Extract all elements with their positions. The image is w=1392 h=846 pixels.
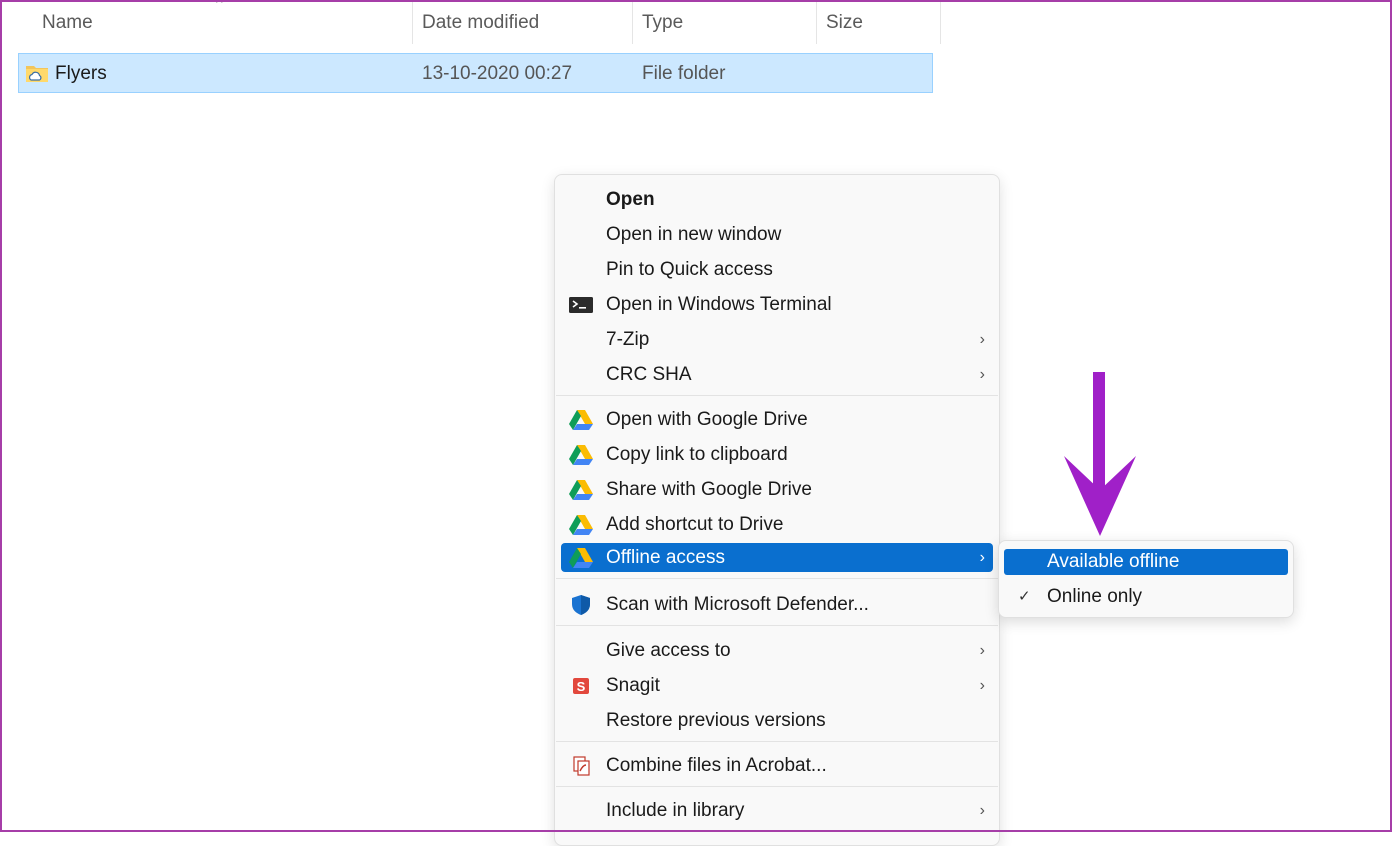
menu-item-scan-defender[interactable]: Scan with Microsoft Defender... <box>561 588 993 621</box>
menu-item-open-google-drive[interactable]: Open with Google Drive <box>561 403 993 436</box>
acrobat-combine-icon <box>569 755 593 777</box>
submenu-item-available-offline[interactable]: Available offline <box>1004 549 1288 575</box>
menu-item-copy-link[interactable]: Copy link to clipboard <box>561 438 993 471</box>
file-type: File folder <box>642 63 726 84</box>
menu-item-combine-acrobat[interactable]: Combine files in Acrobat... <box>561 749 993 782</box>
menu-item-add-shortcut[interactable]: Add shortcut to Drive <box>561 508 993 541</box>
menu-separator <box>556 625 998 626</box>
google-drive-icon <box>569 514 593 536</box>
chevron-right-icon: › <box>979 549 985 566</box>
chevron-right-icon: › <box>979 677 985 694</box>
menu-item-label: CRC SHA <box>606 364 692 385</box>
menu-item-label: Open with Google Drive <box>606 409 808 430</box>
menu-item-label: Offline access <box>606 547 725 568</box>
chevron-right-icon: › <box>979 802 985 819</box>
google-drive-icon <box>569 409 593 431</box>
menu-item-label: Open <box>606 189 655 210</box>
menu-item-share-google-drive[interactable]: Share with Google Drive <box>561 473 993 506</box>
chevron-right-icon: › <box>979 366 985 383</box>
menu-item-label: 7-Zip <box>606 329 650 350</box>
menu-item-include-library[interactable]: Include in library › <box>561 794 993 827</box>
column-divider[interactable] <box>632 0 633 44</box>
menu-item-open-new-window[interactable]: Open in new window <box>561 218 993 251</box>
menu-item-label: Combine files in Acrobat... <box>606 755 827 776</box>
menu-item-label: Snagit <box>606 675 660 696</box>
context-menu: Open Open in new window Pin to Quick acc… <box>554 174 1000 846</box>
google-drive-icon <box>569 444 593 466</box>
file-row-flyers[interactable]: Flyers 13-10-2020 00:27 File folder <box>18 53 933 93</box>
column-header-size[interactable]: Size <box>826 0 863 44</box>
column-divider[interactable] <box>940 0 941 44</box>
column-header-name[interactable]: Name <box>42 0 93 44</box>
menu-separator <box>556 741 998 742</box>
chevron-right-icon: › <box>979 642 985 659</box>
defender-shield-icon <box>569 594 593 616</box>
submenu-item-label: Available offline <box>1047 551 1180 572</box>
google-drive-icon <box>569 547 593 569</box>
column-header-type[interactable]: Type <box>642 0 683 44</box>
file-date-modified: 13-10-2020 00:27 <box>422 63 573 84</box>
folder-cloud-icon <box>25 62 49 84</box>
menu-item-give-access[interactable]: Give access to › <box>561 634 993 667</box>
snagit-icon: S <box>569 675 593 697</box>
menu-item-label: Scan with Microsoft Defender... <box>606 594 869 615</box>
offline-access-submenu: Available offline ✓ Online only <box>998 540 1294 618</box>
menu-item-crc-sha[interactable]: CRC SHA › <box>561 358 993 391</box>
svg-text:S: S <box>577 679 586 694</box>
menu-item-snagit[interactable]: S Snagit › <box>561 669 993 702</box>
menu-item-label: Share with Google Drive <box>606 479 812 500</box>
menu-separator <box>556 786 998 787</box>
google-drive-icon <box>569 479 593 501</box>
menu-item-label: Pin to Quick access <box>606 259 773 280</box>
menu-item-offline-access[interactable]: Offline access › <box>561 543 993 572</box>
menu-item-7zip[interactable]: 7-Zip › <box>561 323 993 356</box>
column-header-date-modified[interactable]: Date modified <box>422 0 539 44</box>
menu-item-label: Copy link to clipboard <box>606 444 788 465</box>
menu-separator <box>556 578 998 579</box>
menu-item-open[interactable]: Open <box>561 183 993 216</box>
menu-item-label: Include in library <box>606 800 745 821</box>
chevron-right-icon: › <box>979 331 985 348</box>
menu-item-label: Open in new window <box>606 224 782 245</box>
menu-item-label: Open in Windows Terminal <box>606 294 832 315</box>
menu-item-restore-versions[interactable]: Restore previous versions <box>561 704 993 737</box>
menu-item-label: Add shortcut to Drive <box>606 514 784 535</box>
menu-item-label: Restore previous versions <box>606 710 826 731</box>
column-divider[interactable] <box>412 0 413 44</box>
menu-item-pin-quick-access[interactable]: Pin to Quick access <box>561 253 993 286</box>
terminal-icon <box>569 294 593 316</box>
submenu-item-label: Online only <box>1047 586 1143 607</box>
menu-separator <box>556 395 998 396</box>
submenu-item-online-only[interactable]: ✓ Online only <box>1004 584 1288 610</box>
sort-ascending-icon: ^ <box>216 0 223 10</box>
annotation-arrow-icon <box>1064 372 1136 536</box>
checkmark-icon: ✓ <box>1018 588 1031 605</box>
file-name[interactable]: Flyers <box>55 54 107 94</box>
menu-item-label: Give access to <box>606 640 731 661</box>
column-divider[interactable] <box>816 0 817 44</box>
menu-item-open-terminal[interactable]: Open in Windows Terminal <box>561 288 993 321</box>
